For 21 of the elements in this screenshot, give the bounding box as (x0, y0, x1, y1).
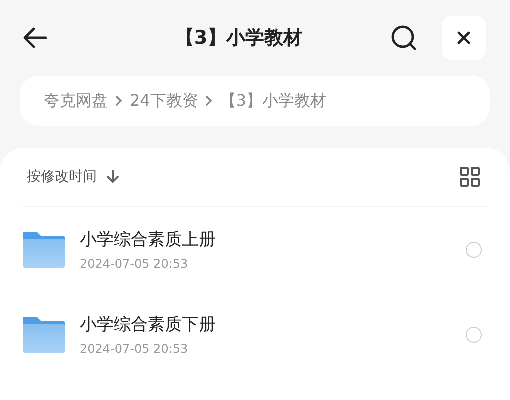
close-icon (457, 31, 471, 45)
close-button[interactable] (442, 16, 486, 60)
modified-date: 2024-07-05 20:53 (80, 257, 190, 271)
select-radio[interactable] (466, 242, 482, 258)
search-icon[interactable] (390, 24, 418, 52)
breadcrumb-item[interactable]: 夸克网盘 (44, 90, 108, 112)
folder-name[interactable]: 小学综合素质下册 (80, 313, 216, 336)
select-radio[interactable] (466, 326, 482, 342)
modified-date: 2024-07-05 20:53 (80, 342, 190, 356)
back-arrow-icon[interactable] (22, 27, 48, 49)
sort-option[interactable]: 按修改时间 (27, 168, 97, 186)
chevron-icon (206, 96, 212, 106)
down-arrow-icon[interactable] (107, 170, 119, 184)
folder-icon (22, 230, 66, 268)
breadcrumb-item[interactable]: 【3】小学教材 (220, 90, 327, 112)
chevron-icon (116, 96, 122, 106)
folder-icon (22, 316, 66, 354)
grid-view-icon[interactable] (460, 167, 480, 187)
folder-name[interactable]: 小学综合素质上册 (80, 228, 216, 251)
breadcrumb-item[interactable]: 24下教资 (130, 90, 198, 112)
page-title: 【3】小学教材 (174, 26, 304, 51)
